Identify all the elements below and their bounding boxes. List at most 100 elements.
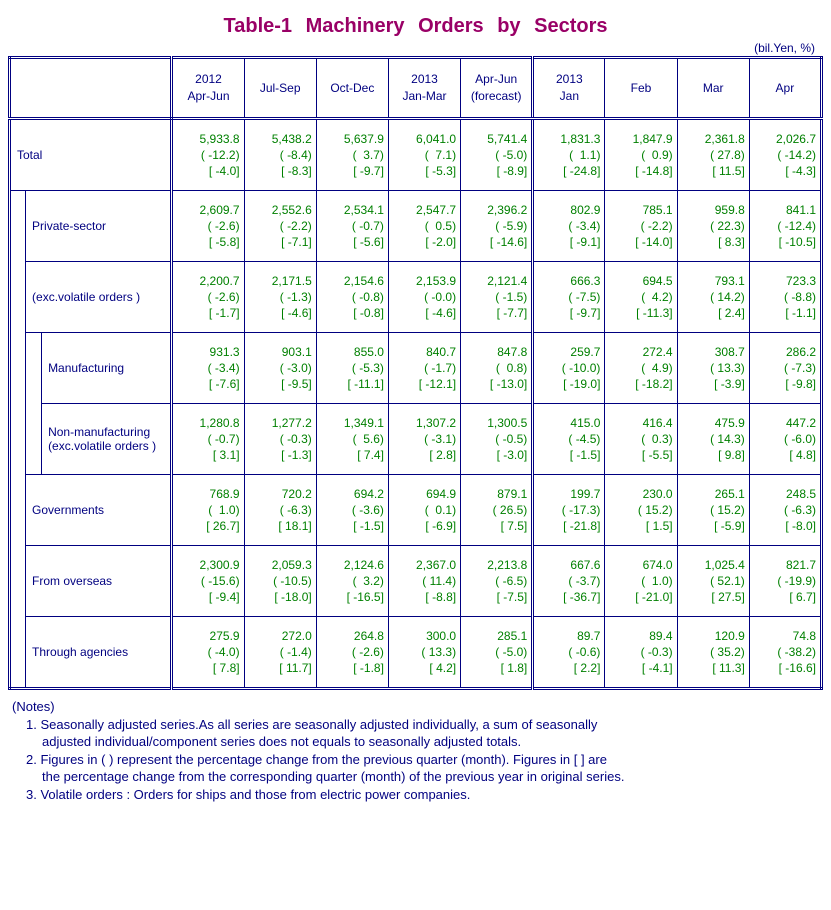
note-2a: 2. Figures in ( ) represent the percenta…	[26, 751, 823, 769]
col-m1: 2013 Jan	[533, 58, 605, 119]
data-cell: 694.2 ( -3.6) [ -1.5]	[316, 475, 388, 546]
data-cell: 720.2 ( -6.3) [ 18.1]	[244, 475, 316, 546]
data-cell: 931.3 ( -3.4) [ -7.6]	[172, 333, 244, 404]
data-cell: 2,552.6 ( -2.2) [ -7.1]	[244, 191, 316, 262]
data-cell: 265.1 ( 15.2) [ -5.9]	[677, 475, 749, 546]
data-cell: 694.5 ( 4.2) [ -11.3]	[605, 262, 677, 333]
row-label: Governments	[26, 475, 172, 546]
note-1a: 1. Seasonally adjusted series.As all ser…	[26, 716, 823, 734]
row-label: Non-manufacturing (exc.volatile orders )	[42, 404, 172, 475]
data-cell: 1,025.4 ( 52.1) [ 27.5]	[677, 546, 749, 617]
col-m3: Mar	[677, 58, 749, 119]
table-row: Manufacturing931.3 ( -3.4) [ -7.6]903.1 …	[10, 333, 822, 404]
data-cell: 2,609.7 ( -2.6) [ -5.8]	[172, 191, 244, 262]
data-cell: 723.3 ( -8.8) [ -1.1]	[749, 262, 821, 333]
data-cell: 275.9 ( -4.0) [ 7.8]	[172, 617, 244, 689]
col-q4: 2013 Jan-Mar	[388, 58, 460, 119]
note-1b: adjusted individual/component series doe…	[42, 733, 823, 751]
data-cell: 2,396.2 ( -5.9) [ -14.6]	[461, 191, 533, 262]
data-cell: 1,307.2 ( -3.1) [ 2.8]	[388, 404, 460, 475]
data-cell: 666.3 ( -7.5) [ -9.7]	[533, 262, 605, 333]
data-cell: 300.0 ( 13.3) [ 4.2]	[388, 617, 460, 689]
table-row: From overseas2,300.9 ( -15.6) [ -9.4]2,0…	[10, 546, 822, 617]
col-q2: Jul-Sep	[244, 58, 316, 119]
data-cell: 674.0 ( 1.0) [ -21.0]	[605, 546, 677, 617]
data-cell: 89.4 ( -0.3) [ -4.1]	[605, 617, 677, 689]
data-cell: 5,637.9 ( 3.7) [ -9.7]	[316, 119, 388, 191]
table-row: Non-manufacturing (exc.volatile orders )…	[10, 404, 822, 475]
data-cell: 785.1 ( -2.2) [ -14.0]	[605, 191, 677, 262]
row-label: Through agencies	[26, 617, 172, 689]
data-cell: 1,300.5 ( -0.5) [ -3.0]	[461, 404, 533, 475]
data-cell: 802.9 ( -3.4) [ -9.1]	[533, 191, 605, 262]
note-2b: the percentage change from the correspon…	[42, 768, 823, 786]
data-cell: 2,200.7 ( -2.6) [ -1.7]	[172, 262, 244, 333]
data-cell: 285.1 ( -5.0) [ 1.8]	[461, 617, 533, 689]
data-cell: 1,831.3 ( 1.1) [ -24.8]	[533, 119, 605, 191]
indent-spacer-2	[26, 333, 42, 475]
data-cell: 475.9 ( 14.3) [ 9.8]	[677, 404, 749, 475]
table-header-row: 2012 Apr-Jun Jul-Sep Oct-Dec 2013 Jan-Ma…	[10, 58, 822, 119]
data-cell: 2,154.6 ( -0.8) [ -0.8]	[316, 262, 388, 333]
data-cell: 6,041.0 ( 7.1) [ -5.3]	[388, 119, 460, 191]
data-cell: 2,300.9 ( -15.6) [ -9.4]	[172, 546, 244, 617]
data-cell: 2,124.6 ( 3.2) [ -16.5]	[316, 546, 388, 617]
data-cell: 903.1 ( -3.0) [ -9.5]	[244, 333, 316, 404]
data-cell: 768.9 ( 1.0) [ 26.7]	[172, 475, 244, 546]
data-cell: 2,213.8 ( -6.5) [ -7.5]	[461, 546, 533, 617]
data-cell: 199.7 ( -17.3) [ -21.8]	[533, 475, 605, 546]
data-cell: 2,547.7 ( 0.5) [ -2.0]	[388, 191, 460, 262]
data-cell: 2,361.8 ( 27.8) [ 11.5]	[677, 119, 749, 191]
table-row: Total5,933.8 ( -12.2) [ -4.0]5,438.2 ( -…	[10, 119, 822, 191]
data-cell: 694.9 ( 0.1) [ -6.9]	[388, 475, 460, 546]
data-cell: 120.9 ( 35.2) [ 11.3]	[677, 617, 749, 689]
data-cell: 230.0 ( 15.2) [ 1.5]	[605, 475, 677, 546]
data-cell: 5,741.4 ( -5.0) [ -8.9]	[461, 119, 533, 191]
unit-label: (bil.Yen, %)	[8, 41, 815, 55]
notes-block: (Notes) 1. Seasonally adjusted series.As…	[8, 698, 823, 803]
data-cell: 2,059.3 ( -10.5) [ -18.0]	[244, 546, 316, 617]
row-label: Manufacturing	[42, 333, 172, 404]
row-label: Private-sector	[26, 191, 172, 262]
data-cell: 821.7 ( -19.9) [ 6.7]	[749, 546, 821, 617]
data-cell: 259.7 ( -10.0) [ -19.0]	[533, 333, 605, 404]
notes-head: (Notes)	[12, 698, 823, 716]
col-q3: Oct-Dec	[316, 58, 388, 119]
col-m4: Apr	[749, 58, 821, 119]
indent-spacer-1	[10, 191, 26, 689]
data-cell: 2,121.4 ( -1.5) [ -7.7]	[461, 262, 533, 333]
data-cell: 1,280.8 ( -0.7) [ 3.1]	[172, 404, 244, 475]
data-cell: 840.7 ( -1.7) [ -12.1]	[388, 333, 460, 404]
data-cell: 841.1 ( -12.4) [ -10.5]	[749, 191, 821, 262]
data-cell: 2,534.1 ( -0.7) [ -5.6]	[316, 191, 388, 262]
data-cell: 1,349.1 ( 5.6) [ 7.4]	[316, 404, 388, 475]
data-cell: 248.5 ( -6.3) [ -8.0]	[749, 475, 821, 546]
data-cell: 879.1 ( 26.5) [ 7.5]	[461, 475, 533, 546]
data-cell: 855.0 ( -5.3) [ -11.1]	[316, 333, 388, 404]
data-cell: 89.7 ( -0.6) [ 2.2]	[533, 617, 605, 689]
col-m2: Feb	[605, 58, 677, 119]
data-table: 2012 Apr-Jun Jul-Sep Oct-Dec 2013 Jan-Ma…	[8, 56, 823, 690]
data-cell: 5,933.8 ( -12.2) [ -4.0]	[172, 119, 244, 191]
row-label: Total	[10, 119, 172, 191]
row-label: From overseas	[26, 546, 172, 617]
data-cell: 272.4 ( 4.9) [ -18.2]	[605, 333, 677, 404]
page-title: Table-1 Machinery Orders by Sectors	[8, 15, 823, 38]
data-cell: 272.0 ( -1.4) [ 11.7]	[244, 617, 316, 689]
data-cell: 2,367.0 ( 11.4) [ -8.8]	[388, 546, 460, 617]
col-q1: 2012 Apr-Jun	[172, 58, 244, 119]
data-cell: 847.8 ( 0.8) [ -13.0]	[461, 333, 533, 404]
data-cell: 264.8 ( -2.6) [ -1.8]	[316, 617, 388, 689]
data-cell: 286.2 ( -7.3) [ -9.8]	[749, 333, 821, 404]
data-cell: 2,026.7 ( -14.2) [ -4.3]	[749, 119, 821, 191]
data-cell: 2,153.9 ( -0.0) [ -4.6]	[388, 262, 460, 333]
data-cell: 308.7 ( 13.3) [ -3.9]	[677, 333, 749, 404]
data-cell: 667.6 ( -3.7) [ -36.7]	[533, 546, 605, 617]
table-row: Governments768.9 ( 1.0) [ 26.7]720.2 ( -…	[10, 475, 822, 546]
data-cell: 1,277.2 ( -0.3) [ -1.3]	[244, 404, 316, 475]
table-row: Private-sector2,609.7 ( -2.6) [ -5.8]2,5…	[10, 191, 822, 262]
data-cell: 959.8 ( 22.3) [ 8.3]	[677, 191, 749, 262]
data-cell: 1,847.9 ( 0.9) [ -14.8]	[605, 119, 677, 191]
data-cell: 5,438.2 ( -8.4) [ -8.3]	[244, 119, 316, 191]
data-cell: 793.1 ( 14.2) [ 2.4]	[677, 262, 749, 333]
